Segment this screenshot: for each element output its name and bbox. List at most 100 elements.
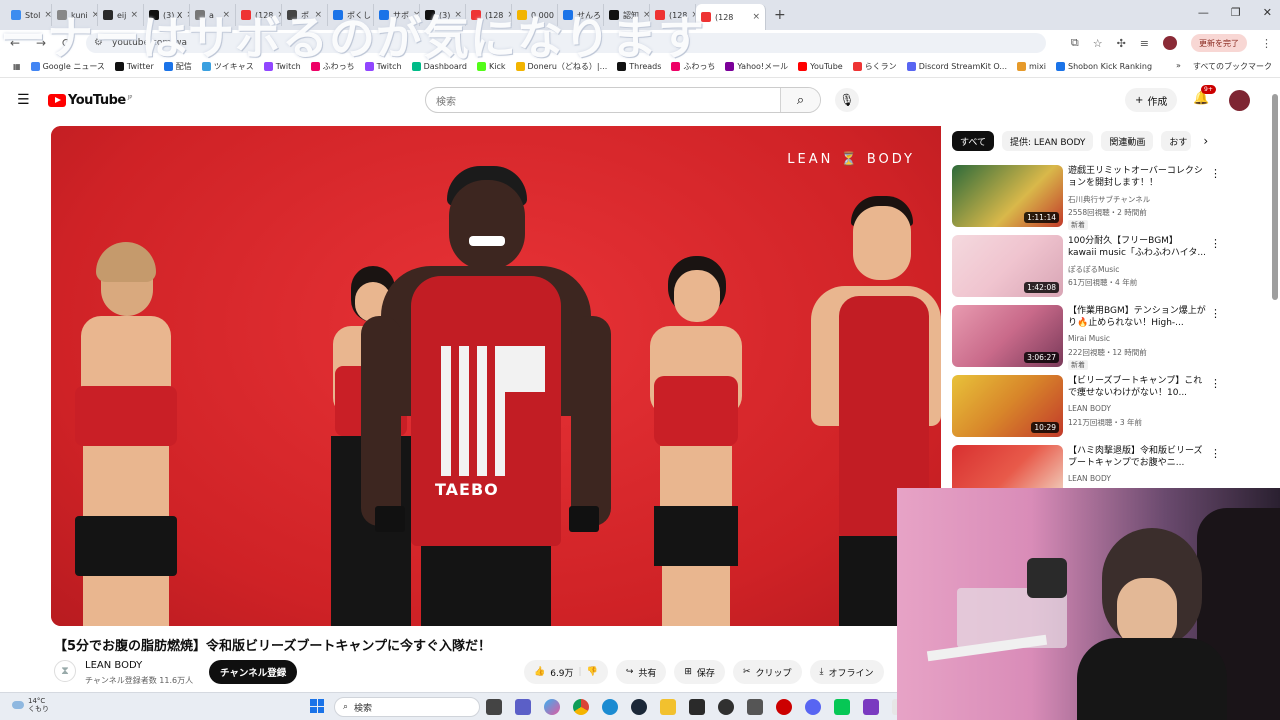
clip-label: クリップ <box>755 668 792 679</box>
bookmark-item[interactable]: YouTube <box>793 61 848 72</box>
more-options-icon[interactable]: ⋮ <box>1210 167 1221 180</box>
browser-tab[interactable]: (128 × <box>696 4 766 30</box>
like-button[interactable]: 👍 6.9万 | 👎 <box>524 660 608 684</box>
recommendation-channel[interactable]: Mirai Music <box>1068 334 1110 343</box>
recommendation-channel[interactable]: 石川典行サブチャンネル <box>1068 194 1150 205</box>
voice-search-icon[interactable]: 🎙 <box>835 88 859 112</box>
bookmark-item[interactable]: Yahoo!メール <box>720 61 793 72</box>
weather-widget[interactable]: 14°C くもり <box>12 697 49 713</box>
bookmark-item[interactable]: Discord StreamKit O... <box>902 61 1012 72</box>
more-options-icon[interactable]: ⋮ <box>1210 377 1221 390</box>
bookmark-item[interactable]: Shobon Kick Ranking <box>1051 61 1157 72</box>
recommendation-item[interactable]: 10:29 【ビリーズブートキャンプ】これで痩せないわけがない！10... LE… <box>952 375 1227 445</box>
profile-avatar[interactable] <box>1163 36 1177 50</box>
search-input[interactable]: 検索 <box>426 93 780 108</box>
recommendation-title[interactable]: 100分耐久【フリーBGM】kawaii music「ふわふわハイタ... <box>1068 235 1206 259</box>
recommendation-item[interactable]: 3:06:27 【作業用BGM】テンション爆上がり🔥止められない！High-..… <box>952 305 1227 375</box>
more-options-icon[interactable]: ⋮ <box>1210 447 1221 460</box>
edge-icon[interactable] <box>602 699 618 715</box>
terminal-icon[interactable] <box>689 699 705 715</box>
extensions-icon[interactable]: ✣ <box>1117 37 1126 50</box>
channel-name[interactable]: LEAN BODY <box>85 660 142 671</box>
minimize-icon[interactable]: — <box>1198 6 1209 19</box>
more-bookmarks-icon[interactable]: » <box>1176 61 1181 72</box>
recommendation-title[interactable]: 【作業用BGM】テンション爆上がり🔥止められない！High-... <box>1068 305 1206 329</box>
instructor-center: TAEBO <box>361 166 611 626</box>
new-tab-button[interactable]: + <box>774 7 786 23</box>
bookmark-star-icon[interactable]: ☆ <box>1093 37 1103 50</box>
download-icon: ⤓ <box>819 667 824 677</box>
recommendation-title[interactable]: 遊戯王リミットオーバーコレクションを開封します！！ <box>1068 165 1206 189</box>
cast-icon[interactable]: ⧉ <box>1071 36 1079 50</box>
offline-button[interactable]: ⤓ オフライン <box>809 660 884 684</box>
bookmark-favicon-icon <box>1055 62 1065 71</box>
create-button[interactable]: + 作成 <box>1125 88 1178 112</box>
tab-label: (128 <box>715 12 734 22</box>
file-manager-icon[interactable] <box>486 699 502 715</box>
clip-button[interactable]: ✂ クリップ <box>732 660 802 684</box>
search-button[interactable]: ⌕ <box>780 88 820 112</box>
subscribe-button[interactable]: チャンネル登録 <box>209 660 298 684</box>
explorer-icon[interactable] <box>660 699 676 715</box>
recommendation-item[interactable]: 1:42:08 100分耐久【フリーBGM】kawaii music「ふわふわハ… <box>952 235 1227 305</box>
video-player[interactable]: TAEBO LEAN ⏳ BODY <box>51 126 941 626</box>
all-bookmarks-button[interactable]: すべてのブックマーク <box>1193 61 1272 72</box>
chip-all[interactable]: すべて <box>952 131 995 151</box>
channel-avatar[interactable]: ⧗ <box>54 660 76 682</box>
share-button[interactable]: ↪ 共有 <box>615 660 667 684</box>
recommendation-thumbnail[interactable]: 10:29 <box>952 375 1063 437</box>
discord-icon[interactable] <box>805 699 821 715</box>
obs-icon[interactable] <box>718 699 734 715</box>
recommendation-thumbnail[interactable]: 3:06:27 <box>952 305 1063 367</box>
video-duration: 10:29 <box>1031 422 1059 433</box>
chevron-right-icon[interactable]: › <box>1203 134 1208 148</box>
search-icon: ⌕ <box>343 702 349 712</box>
recommendation-title[interactable]: 【ハミ肉撃退版】令和版ビリーズブートキャンプでお腹やニ... <box>1068 445 1206 469</box>
menu-dots-icon[interactable]: ⋮ <box>1261 37 1272 50</box>
save-button[interactable]: ⊞ 保存 <box>674 660 725 684</box>
bookmark-item[interactable]: らくラン <box>848 61 902 72</box>
recommendation-thumbnail[interactable]: 1:11:14 <box>952 165 1063 227</box>
youtube-region: JP <box>127 94 133 101</box>
windows-start-icon[interactable] <box>310 699 324 713</box>
close-tab-icon[interactable]: × <box>752 12 760 22</box>
more-options-icon[interactable]: ⋮ <box>1210 307 1221 320</box>
bookmark-label: Shobon Kick Ranking <box>1067 62 1153 71</box>
youtube-logo[interactable]: YouTube JP <box>48 93 132 108</box>
taskbar-search[interactable]: ⌕ 検索 <box>334 697 480 717</box>
chip-from-channel[interactable]: 提供: LEAN BODY <box>1002 131 1094 151</box>
maximize-icon[interactable]: ❐ <box>1231 6 1241 19</box>
recommendations: 1:11:14 遊戯王リミットオーバーコレクションを開封します！！ 石川典行サブ… <box>952 165 1227 515</box>
recommendation-channel[interactable]: LEAN BODY <box>1068 404 1111 413</box>
copilot-icon[interactable] <box>544 699 560 715</box>
close-window-icon[interactable]: ✕ <box>1263 6 1272 19</box>
bookmark-item[interactable]: mixi <box>1012 61 1051 72</box>
notifications-bell-icon[interactable]: 🔔 9+ <box>1193 85 1216 106</box>
bookmark-favicon-icon <box>906 62 916 71</box>
steam-icon[interactable] <box>631 699 647 715</box>
chip-recommended[interactable]: おす <box>1161 131 1192 151</box>
video-actions: 👍 6.9万 | 👎 ↪ 共有 ⊞ 保存 ✂ クリップ ⤓ オフライン <box>524 660 884 684</box>
app-icon[interactable] <box>863 699 879 715</box>
calculator-icon[interactable] <box>747 699 763 715</box>
recommendation-thumbnail[interactable]: 1:42:08 <box>952 235 1063 297</box>
bookmark-label: YouTube <box>810 62 843 71</box>
save-label: 保存 <box>696 668 715 679</box>
reading-list-icon[interactable]: ≡ <box>1140 37 1149 50</box>
chrome-icon[interactable] <box>573 699 589 715</box>
scrollbar-thumb[interactable] <box>1272 94 1278 300</box>
bookmark-favicon-icon <box>1017 62 1026 71</box>
teams-icon[interactable] <box>515 699 531 715</box>
thumbs-down-icon[interactable]: 👎 <box>587 667 598 677</box>
recommendation-channel[interactable]: ぽるぽるMusic <box>1068 264 1119 275</box>
record-icon[interactable] <box>776 699 792 715</box>
update-button[interactable]: 更新を完了 <box>1191 34 1247 52</box>
account-avatar[interactable] <box>1229 90 1250 111</box>
chip-related[interactable]: 関連動画 <box>1101 131 1154 151</box>
hamburger-menu-icon[interactable]: ☰ <box>17 92 30 108</box>
recommendation-channel[interactable]: LEAN BODY <box>1068 474 1111 483</box>
recommendation-item[interactable]: 1:11:14 遊戯王リミットオーバーコレクションを開封します！！ 石川典行サブ… <box>952 165 1227 235</box>
more-options-icon[interactable]: ⋮ <box>1210 237 1221 250</box>
recommendation-title[interactable]: 【ビリーズブートキャンプ】これで痩せないわけがない！10... <box>1068 375 1206 399</box>
line-icon[interactable] <box>834 699 850 715</box>
